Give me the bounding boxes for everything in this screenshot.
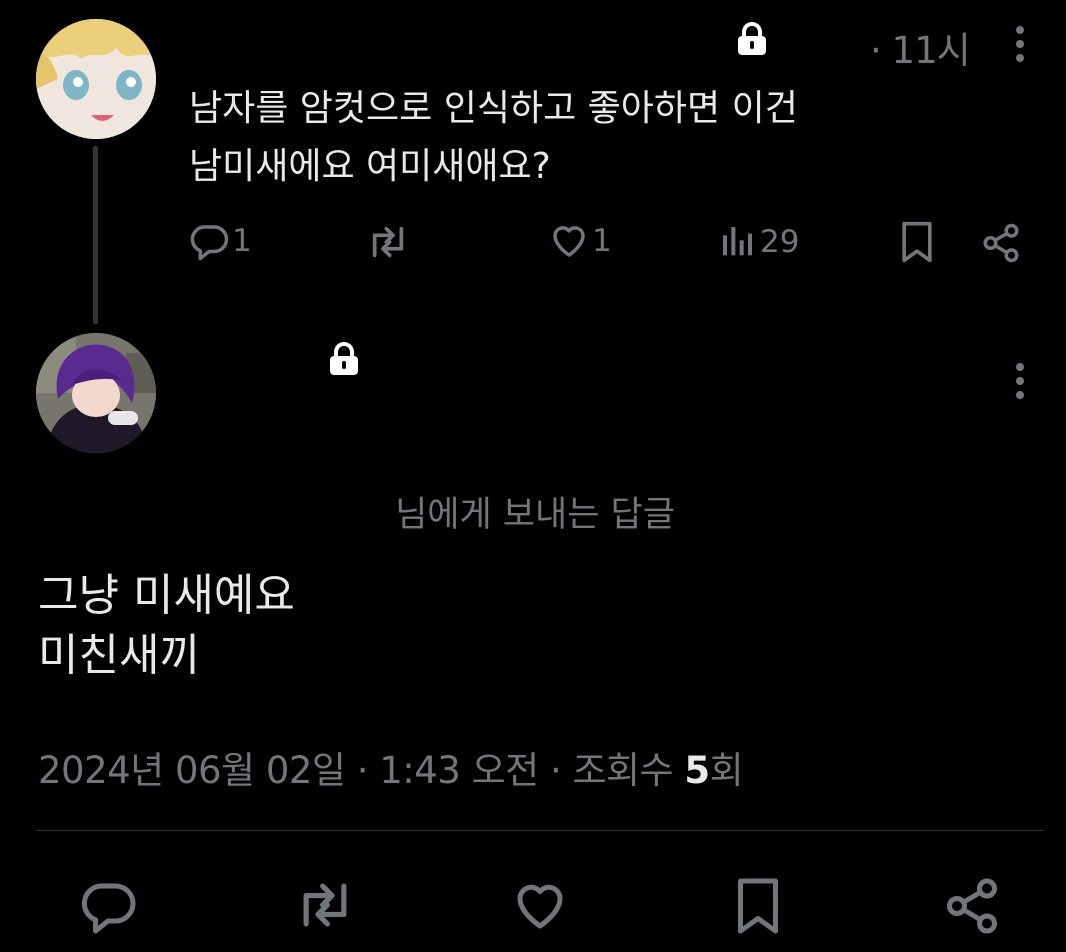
tweet-meta: 2024년 06월 02일 · 1:43 오전 · 조회수 5회 [38,740,744,794]
share-icon [947,878,997,934]
share-button[interactable] [942,876,1002,936]
views-button[interactable]: 29 [718,222,799,262]
reply-text-line-2: 미친새끼 [38,630,200,681]
reply-icon [81,883,136,934]
retweet-button[interactable] [292,876,358,934]
like-button[interactable]: 1 [548,220,612,262]
reply-view-count: 5 [684,749,710,792]
reply-button[interactable]: 1 [188,220,252,262]
tweet-text-line-1: 남자를 암컷으로 인식하고 좋아하면 이건 [189,88,798,129]
reply-author-avatar[interactable] [36,333,156,453]
view-count-suffix: 회 [709,749,744,792]
tweet-text: 남자를 암컷으로 인식하고 좋아하면 이건 남미새에요 여미새애요? [189,80,969,196]
lock-icon [736,22,768,56]
bookmark-icon [738,878,778,934]
reply-text: 그냥 미새예요 미친새끼 [38,566,295,686]
author-avatar[interactable] [36,19,156,139]
heart-icon [517,884,563,929]
reply-button[interactable] [78,876,138,936]
heart-icon [553,226,585,257]
thread-connector-line [93,146,98,324]
like-button[interactable] [510,876,570,936]
reply-icon [190,225,229,261]
share-icon [983,223,1019,263]
share-button[interactable] [980,222,1022,264]
divider [36,830,1044,831]
more-vertical-icon[interactable] [1010,25,1030,65]
bookmark-icon [902,221,932,263]
reply-text-line-1: 그냥 미새예요 [38,570,295,621]
retweet-icon [303,883,347,927]
bookmark-button[interactable] [733,876,783,936]
bookmark-button[interactable] [898,220,936,264]
like-count: 1 [592,223,612,259]
reply-count: 1 [232,223,252,259]
retweet-button[interactable] [364,222,412,262]
more-vertical-icon[interactable] [1010,362,1030,402]
lock-icon [328,342,360,376]
tweet-text-line-2: 남미새에요 여미새애요? [189,146,551,187]
retweet-icon [372,226,404,258]
replying-to-label: 님에게 보내는 답글 [395,495,675,535]
tweet-datetime[interactable]: 2024년 06월 02일 · 1:43 오전 · 조회수 [38,749,684,792]
tweet-timestamp[interactable]: · 11시 [870,20,971,74]
view-count: 29 [760,224,800,260]
views-icon [723,227,752,256]
